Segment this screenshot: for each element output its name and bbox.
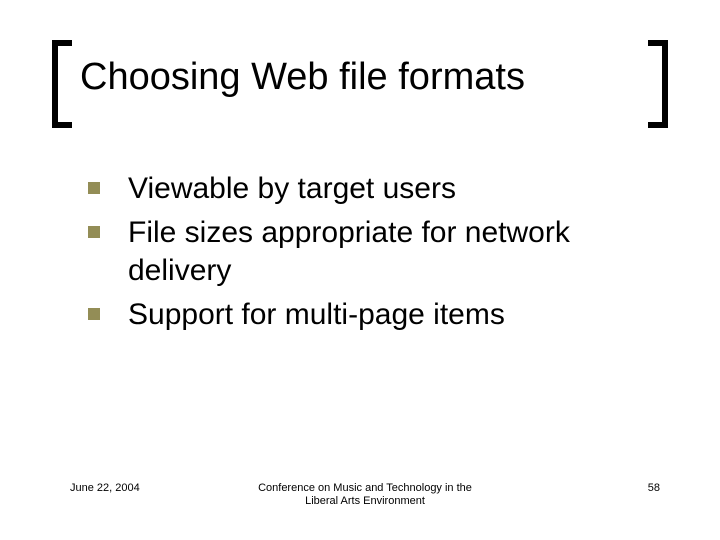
footer-center: Conference on Music and Technology in th…: [70, 482, 660, 508]
title-region: Choosing Web file formats: [52, 46, 668, 122]
square-bullet-icon: [88, 226, 100, 238]
list-item-text: Viewable by target users: [128, 170, 456, 208]
list-item: Viewable by target users: [88, 170, 648, 208]
body-list: Viewable by target users File sizes appr…: [88, 170, 648, 340]
square-bullet-icon: [88, 308, 100, 320]
footer-center-line1: Conference on Music and Technology in th…: [258, 482, 472, 494]
footer: June 22, 2004 Conference on Music and Te…: [70, 482, 660, 512]
footer-center-line2: Liberal Arts Environment: [305, 495, 425, 507]
slide-title: Choosing Web file formats: [80, 56, 525, 99]
bracket-left-icon: [52, 40, 72, 128]
list-item-text: Support for multi-page items: [128, 296, 505, 334]
list-item: Support for multi-page items: [88, 296, 648, 334]
list-item: File sizes appropriate for network deliv…: [88, 214, 648, 290]
slide: Choosing Web file formats Viewable by ta…: [0, 0, 720, 540]
footer-page-number: 58: [648, 482, 660, 494]
list-item-text: File sizes appropriate for network deliv…: [128, 214, 648, 290]
square-bullet-icon: [88, 182, 100, 194]
bracket-right-icon: [648, 40, 668, 128]
